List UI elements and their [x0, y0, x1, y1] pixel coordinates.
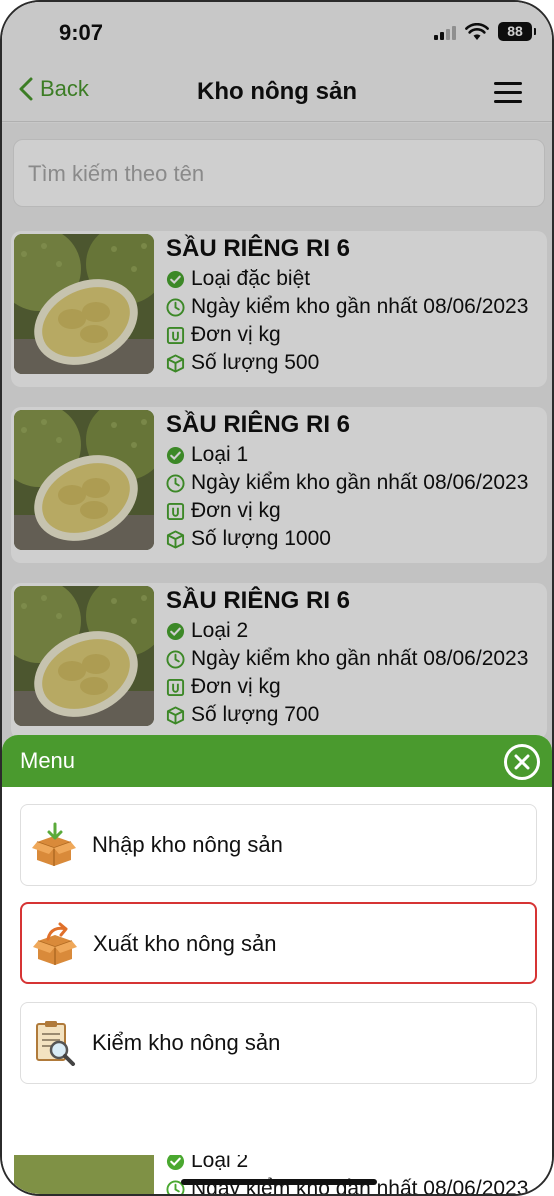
menu-item-import[interactable]: Nhập kho nông sản: [20, 804, 537, 886]
menu-title: Menu: [20, 748, 76, 773]
menu-item-label: Nhập kho nông sản: [92, 832, 283, 857]
menu-header: Menu: [2, 735, 552, 787]
menu-item-label: Kiểm kho nông sản: [92, 1030, 281, 1055]
home-indicator[interactable]: [181, 1179, 377, 1185]
product-grade: Loại 2: [191, 1155, 249, 1172]
verified-badge-icon: [166, 1155, 185, 1170]
clipboard-inspect-icon: [36, 1021, 75, 1066]
phone-frame: 9:07 88 Back Kho nông sản Tìm kiếm theo …: [0, 0, 554, 1196]
product-card-peek: Loại 2 Ngày kiểm kho gần nhất 08/06/2023: [2, 1155, 552, 1194]
box-import-icon: [32, 822, 76, 866]
box-export-icon: [33, 922, 77, 965]
menu-item-inspect[interactable]: Kiểm kho nông sản: [20, 1002, 537, 1084]
menu-item-label: Xuất kho nông sản: [93, 931, 277, 956]
durian-image: [14, 1155, 154, 1194]
menu-item-export[interactable]: Xuất kho nông sản: [20, 902, 537, 984]
menu-sheet: Menu Nhập kho nông sản Xuất kho nông sản…: [2, 735, 552, 1155]
close-icon[interactable]: [504, 744, 540, 780]
